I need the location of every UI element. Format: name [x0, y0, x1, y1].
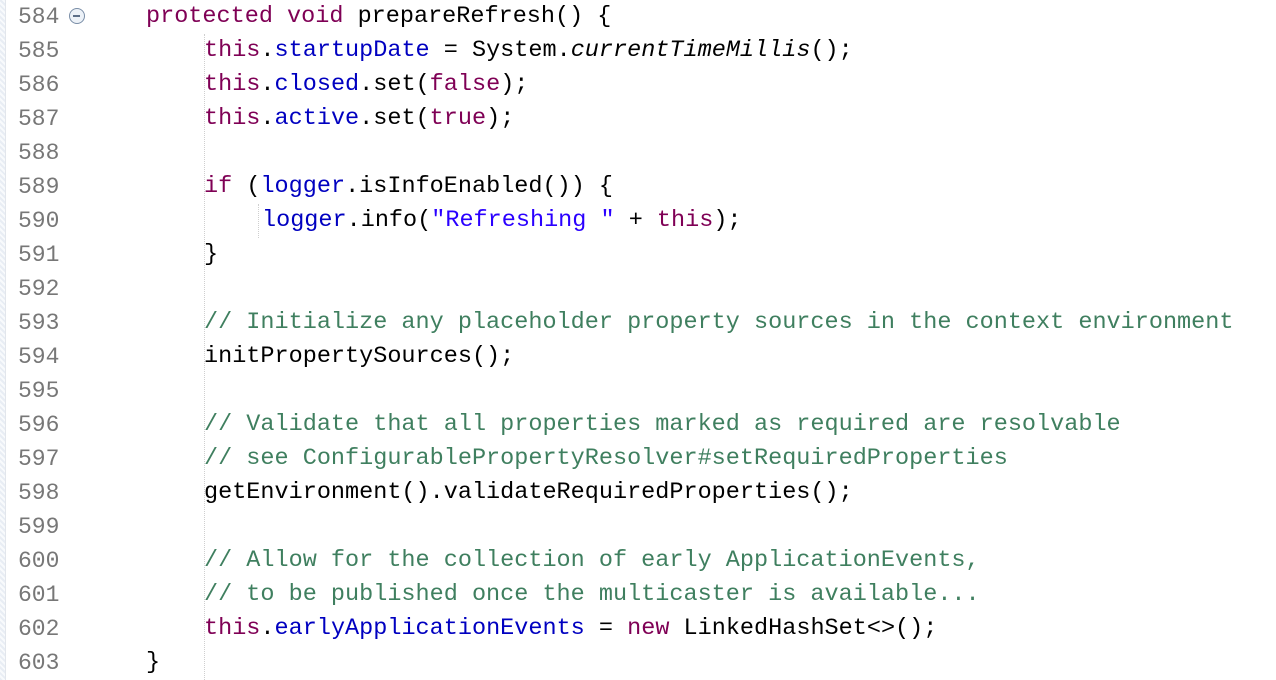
comment: // Allow for the collection of early App…	[204, 547, 980, 574]
code-line-598[interactable]: getEnvironment().validateRequiredPropert…	[204, 476, 853, 510]
line-number: 591	[18, 242, 60, 268]
line-number: 596	[18, 412, 60, 438]
code-line-602[interactable]: this.earlyApplicationEvents = new Linked…	[204, 612, 937, 646]
comment: // Validate that all properties marked a…	[204, 411, 1121, 438]
line-number: 595	[18, 378, 60, 404]
field-name: earlyApplicationEvents	[274, 615, 585, 642]
code-editor[interactable]: 584 585 586 587 588 589 590 591 592 593 …	[0, 0, 1276, 680]
keyword: this	[204, 37, 261, 64]
indent-guide	[258, 204, 259, 238]
line-number: 603	[18, 650, 60, 676]
code-line-596[interactable]: // Validate that all properties marked a…	[204, 408, 1121, 442]
code-line-586[interactable]: this.closed.set(false);	[204, 68, 528, 102]
code-text-area[interactable]: protected void prepareRefresh() { this.s…	[86, 0, 1276, 680]
dot: .	[260, 37, 275, 64]
field-name: logger	[262, 207, 347, 234]
collapse-fold-icon[interactable]	[69, 8, 85, 24]
closing-brace: }	[146, 649, 161, 676]
code-line-591[interactable]: }	[204, 238, 218, 272]
code-text: .isInfoEnabled()) {	[345, 173, 614, 200]
code-line-584[interactable]: protected void prepareRefresh() {	[146, 0, 611, 34]
line-number: 584	[18, 4, 60, 30]
comment: // Initialize any placeholder property s…	[204, 309, 1234, 336]
field-name: closed	[274, 71, 360, 98]
code-text: +	[614, 207, 657, 234]
code-line-585[interactable]: this.startupDate = System.currentTimeMil…	[204, 34, 853, 68]
line-number: 600	[18, 548, 60, 574]
keyword: protected	[146, 3, 273, 30]
keyword: this	[204, 105, 261, 132]
line-number: 586	[18, 72, 60, 98]
keyword: void	[287, 3, 344, 30]
code-line-587[interactable]: this.active.set(true);	[204, 102, 514, 136]
dot: .	[260, 615, 275, 642]
keyword: false	[429, 71, 501, 98]
code-line-597[interactable]: // see ConfigurablePropertyResolver#setR…	[204, 442, 1008, 476]
line-number: 585	[18, 38, 60, 64]
code-line-590[interactable]: logger.info("Refreshing " + this);	[262, 204, 742, 238]
code-line-600[interactable]: // Allow for the collection of early App…	[204, 544, 980, 578]
line-number: 599	[18, 514, 60, 540]
comment: // see ConfigurablePropertyResolver#setR…	[204, 445, 1008, 472]
closing-brace: }	[204, 241, 219, 268]
dot: .	[260, 71, 275, 98]
string-literal: "Refreshing "	[431, 207, 615, 234]
code-text: .set(	[359, 105, 430, 132]
code-line-603[interactable]: }	[146, 646, 160, 680]
code-text: ();	[810, 37, 853, 64]
code-text: (	[232, 173, 261, 200]
field-name: active	[274, 105, 360, 132]
line-number: 589	[18, 174, 60, 200]
code-text: initPropertySources();	[204, 343, 515, 370]
code-text: );	[486, 105, 515, 132]
line-number-gutter: 584 585 586 587 588 589 590 591 592 593 …	[6, 0, 86, 680]
line-number: 593	[18, 310, 60, 336]
line-number: 588	[18, 140, 60, 166]
keyword: if	[204, 173, 233, 200]
keyword: this	[204, 615, 261, 642]
method-signature: prepareRefresh() {	[357, 3, 612, 30]
field-name: startupDate	[274, 37, 430, 64]
code-line-594[interactable]: initPropertySources();	[204, 340, 514, 374]
code-text: getEnvironment().validateRequiredPropert…	[204, 479, 853, 506]
keyword: this	[204, 71, 261, 98]
code-text: .set(	[359, 71, 430, 98]
line-number: 587	[18, 106, 60, 132]
field-name: logger	[260, 173, 346, 200]
keyword: new	[627, 615, 670, 642]
line-number: 602	[18, 616, 60, 642]
line-number: 597	[18, 446, 60, 472]
line-number: 594	[18, 344, 60, 370]
dot: .	[260, 105, 275, 132]
code-text: );	[500, 71, 529, 98]
line-number: 590	[18, 208, 60, 234]
static-method: currentTimeMillis	[570, 37, 811, 64]
code-line-593[interactable]: // Initialize any placeholder property s…	[204, 306, 1233, 340]
code-line-601[interactable]: // to be published once the multicaster …	[204, 578, 980, 612]
line-number: 598	[18, 480, 60, 506]
code-line-589[interactable]: if (logger.isInfoEnabled()) {	[204, 170, 613, 204]
code-text: LinkedHashSet<>();	[669, 615, 938, 642]
keyword: true	[429, 105, 487, 132]
comment: // to be published once the multicaster …	[204, 581, 980, 608]
keyword: this	[656, 207, 714, 234]
code-text: );	[713, 207, 742, 234]
code-text: = System.	[429, 37, 571, 64]
code-text: .info(	[346, 207, 432, 234]
code-text: =	[584, 615, 628, 642]
line-number: 592	[18, 276, 60, 302]
line-number: 601	[18, 582, 60, 608]
